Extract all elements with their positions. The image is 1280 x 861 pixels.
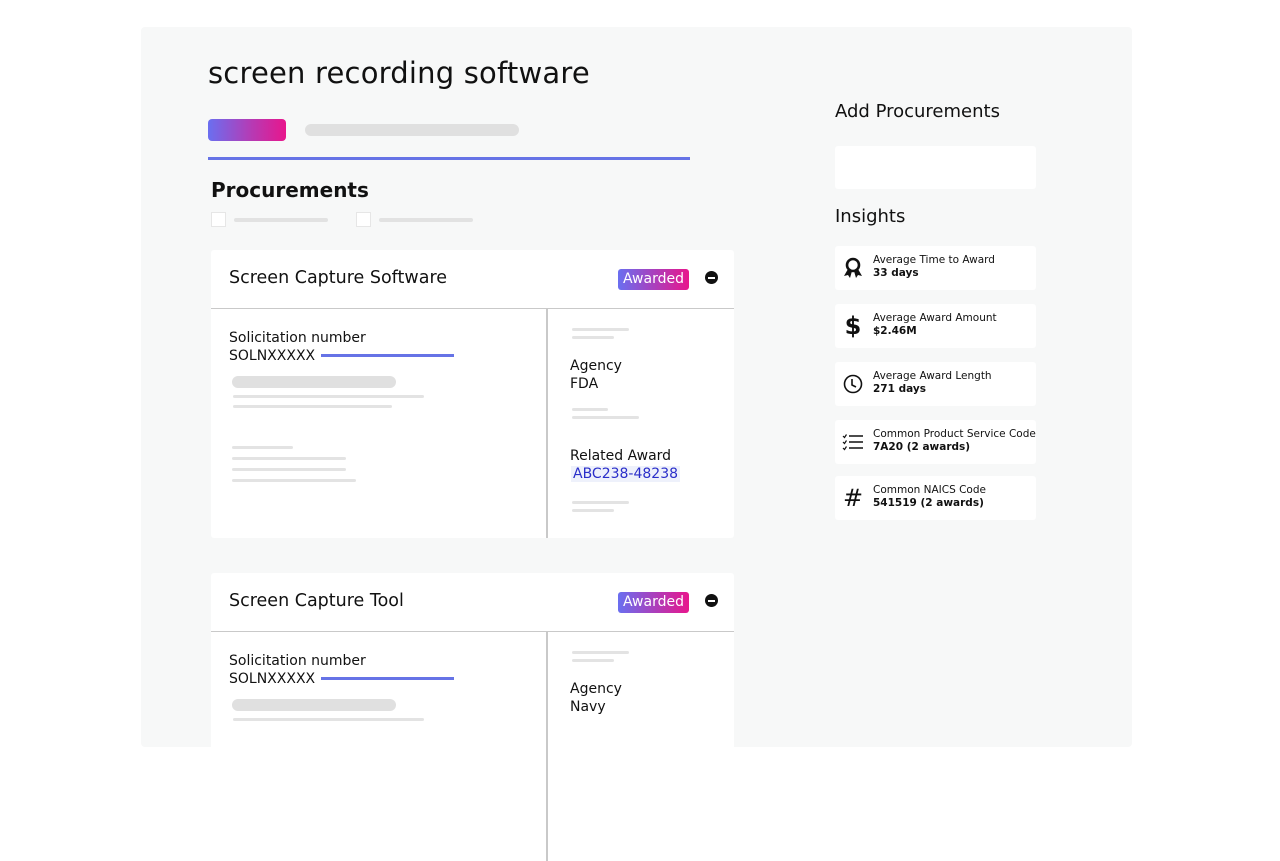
skeleton-bar bbox=[232, 699, 396, 711]
page-title: screen recording software bbox=[208, 56, 590, 90]
skeleton-line bbox=[572, 659, 614, 662]
solicitation-label: Solicitation number bbox=[229, 653, 366, 669]
related-award-label: Related Award bbox=[570, 448, 672, 464]
insight-value: $2.46M bbox=[873, 325, 917, 337]
card-body: Solicitation number SOLNXXXXX Agency Nav… bbox=[211, 632, 734, 861]
filter-option-1[interactable] bbox=[211, 212, 328, 227]
insight-label: Average Award Length bbox=[873, 370, 992, 382]
section-title: Procurements bbox=[211, 178, 369, 202]
status-badge: Awarded bbox=[618, 592, 689, 613]
skeleton-line bbox=[232, 479, 356, 482]
insight-value: 271 days bbox=[873, 383, 926, 395]
skeleton-line bbox=[572, 336, 614, 339]
skeleton-line bbox=[233, 395, 424, 398]
solicitation-accent-line bbox=[321, 677, 454, 680]
procurement-card: Screen Capture Tool Awarded Solicitation… bbox=[211, 573, 734, 861]
insight-label: Average Award Amount bbox=[873, 312, 997, 324]
insight-label: Common NAICS Code bbox=[873, 484, 986, 496]
remove-icon[interactable] bbox=[705, 271, 718, 284]
column-divider bbox=[546, 632, 548, 861]
checklist-icon bbox=[841, 429, 865, 455]
skeleton-line bbox=[572, 416, 639, 419]
hash-icon: # bbox=[842, 484, 864, 512]
solicitation-value: SOLNXXXXX bbox=[229, 348, 316, 364]
skeleton-line bbox=[572, 328, 629, 331]
status-badge: Awarded bbox=[618, 269, 689, 290]
skeleton-line bbox=[572, 509, 614, 512]
remove-icon[interactable] bbox=[705, 594, 718, 607]
skeleton-line bbox=[232, 446, 293, 449]
column-divider bbox=[546, 309, 548, 538]
skeleton-line bbox=[232, 457, 346, 460]
skeleton-bar bbox=[232, 376, 396, 388]
clock-icon bbox=[841, 371, 865, 397]
filter-option-2[interactable] bbox=[356, 212, 473, 227]
skeleton-line bbox=[233, 405, 392, 408]
card-body: Solicitation number SOLNXXXXX Agency FDA… bbox=[211, 309, 734, 538]
active-tab-pill[interactable] bbox=[208, 119, 286, 141]
skeleton-line bbox=[572, 408, 608, 411]
tab-underline bbox=[208, 157, 690, 160]
card-title[interactable]: Screen Capture Software bbox=[229, 268, 447, 288]
card-title[interactable]: Screen Capture Tool bbox=[229, 591, 404, 611]
insight-label: Average Time to Award bbox=[873, 254, 995, 266]
insight-value: 7A20 (2 awards) bbox=[873, 441, 971, 453]
insight-card: Average Award Length 271 days bbox=[835, 362, 1036, 406]
filter-label-placeholder bbox=[234, 217, 328, 222]
insights-title: Insights bbox=[835, 206, 906, 227]
agency-value: FDA bbox=[570, 376, 599, 392]
filter-checkbox[interactable] bbox=[356, 212, 371, 227]
card-header: Screen Capture Tool Awarded bbox=[211, 573, 734, 632]
procurement-card: Screen Capture Software Awarded Solicita… bbox=[211, 250, 734, 538]
skeleton-line bbox=[572, 651, 629, 654]
agency-value: Navy bbox=[570, 699, 606, 715]
agency-label: Agency bbox=[570, 681, 622, 697]
insight-label: Common Product Service Code bbox=[873, 428, 1036, 440]
insight-card: # Common NAICS Code 541519 (2 awards) bbox=[835, 476, 1036, 520]
filter-checkbox[interactable] bbox=[211, 212, 226, 227]
tab-placeholder[interactable] bbox=[305, 124, 519, 136]
add-procurements-title: Add Procurements bbox=[835, 101, 1000, 122]
add-procurements-input[interactable] bbox=[835, 146, 1036, 189]
insight-value: 33 days bbox=[873, 267, 919, 279]
insight-card: Average Time to Award 33 days bbox=[835, 246, 1036, 290]
dollar-icon: $ bbox=[844, 312, 862, 340]
related-award-link[interactable]: ABC238-48238 bbox=[571, 466, 681, 482]
filter-label-placeholder bbox=[379, 217, 473, 222]
insight-value: 541519 (2 awards) bbox=[873, 497, 984, 509]
award-ribbon-icon bbox=[841, 255, 865, 281]
agency-label: Agency bbox=[570, 358, 622, 374]
skeleton-line bbox=[232, 468, 346, 471]
insight-card: Common Product Service Code 7A20 (2 awar… bbox=[835, 420, 1036, 464]
solicitation-accent-line bbox=[321, 354, 454, 357]
skeleton-line bbox=[572, 501, 629, 504]
insight-card: $ Average Award Amount $2.46M bbox=[835, 304, 1036, 348]
card-header: Screen Capture Software Awarded bbox=[211, 250, 734, 309]
solicitation-label: Solicitation number bbox=[229, 330, 366, 346]
solicitation-value: SOLNXXXXX bbox=[229, 671, 316, 687]
